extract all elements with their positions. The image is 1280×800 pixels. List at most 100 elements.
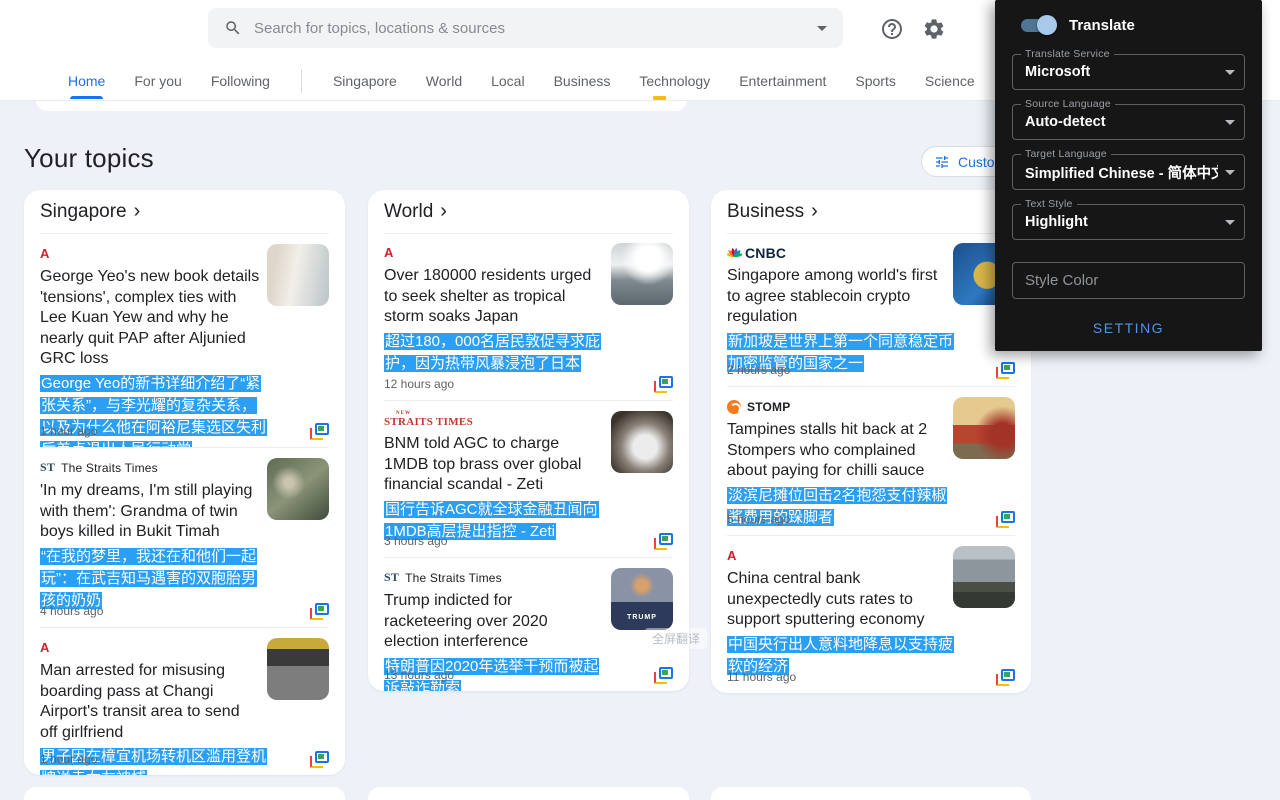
tab-following[interactable]: Following: [211, 73, 270, 89]
search-dropdown-caret-icon[interactable]: [817, 26, 827, 31]
field-value: Simplified Chinese - 简体中文: [1025, 162, 1218, 183]
article-thumbnail[interactable]: [611, 243, 673, 305]
fullscreen-translate-floating-button[interactable]: 全屏翻译: [645, 628, 707, 649]
tab-home[interactable]: Home: [68, 73, 105, 89]
tab-entertainment[interactable]: Entertainment: [739, 73, 826, 89]
article: CNBC Singapore among world's first to ag…: [727, 233, 1015, 386]
translate-toggle[interactable]: [1021, 19, 1053, 32]
article-title[interactable]: Man arrested for misusing boarding pass …: [40, 661, 260, 743]
article-time: 1 hour ago: [40, 752, 97, 766]
source-name: The Straits Times: [405, 571, 502, 585]
chevron-down-icon: [1225, 70, 1235, 75]
full-coverage-icon[interactable]: [654, 376, 673, 393]
article-title[interactable]: BNM told AGC to charge 1MDB top brass ov…: [384, 434, 604, 496]
field-value: Highlight: [1025, 214, 1088, 230]
search-input[interactable]: [254, 20, 807, 37]
translate-extension-panel: Translate Translate Service Microsoft So…: [995, 0, 1262, 351]
field-label: Translate Service: [1021, 48, 1114, 60]
article-thumbnail[interactable]: [611, 411, 673, 473]
chevron-down-icon: [1225, 220, 1235, 225]
topic-link-world[interactable]: World ›: [384, 190, 673, 234]
field-value: Auto-detect: [1025, 114, 1106, 130]
topic-title: Business: [727, 201, 804, 223]
topic-link-business[interactable]: Business ›: [727, 190, 1015, 234]
article: STThe Straits Times 'In my dreams, I'm s…: [40, 447, 329, 627]
full-coverage-icon[interactable]: [310, 423, 329, 440]
target-language-select[interactable]: Target Language Simplified Chinese - 简体中…: [1012, 154, 1245, 190]
chevron-down-icon: [1225, 120, 1235, 125]
article: A China central bank unexpectedly cuts r…: [727, 535, 1015, 693]
field-label: Text Style: [1021, 198, 1077, 210]
full-coverage-icon[interactable]: [654, 667, 673, 684]
full-coverage-icon[interactable]: [996, 362, 1015, 379]
article-title[interactable]: Trump indicted for racketeering over 202…: [384, 591, 604, 653]
search-bar[interactable]: [208, 8, 843, 48]
panel-title: Translate: [1069, 17, 1135, 34]
setting-link[interactable]: SETTING: [995, 320, 1262, 336]
article: NEWSTRAITS TIMES BNM told AGC to charge …: [384, 400, 673, 557]
topic-card-business: Business › CNBC Singapore among world's …: [711, 190, 1031, 693]
help-icon[interactable]: [880, 17, 904, 41]
cna-logo-icon: A: [727, 549, 737, 562]
tune-icon: [934, 154, 950, 170]
article-time: 5 hours ago: [727, 512, 790, 526]
article-thumbnail[interactable]: [267, 244, 329, 306]
article-title[interactable]: George Yeo's new book details 'tensions'…: [40, 267, 260, 370]
article-thumbnail[interactable]: [267, 458, 329, 520]
topic-title: World: [384, 201, 433, 223]
field-label: Target Language: [1021, 148, 1111, 160]
article-thumbnail[interactable]: [267, 638, 329, 700]
tab-for-you[interactable]: For you: [134, 73, 181, 89]
cnbc-logo-icon: CNBC: [727, 245, 786, 261]
topic-card-singapore: Singapore › A George Yeo's new book deta…: [24, 190, 345, 775]
main-nav: Home For you Following Singapore World L…: [68, 69, 1044, 93]
chevron-down-icon: [1225, 170, 1235, 175]
article-title[interactable]: Singapore among world's first to agree s…: [727, 266, 947, 328]
full-coverage-icon[interactable]: [654, 533, 673, 550]
article-title[interactable]: Over 180000 residents urged to seek shel…: [384, 266, 604, 328]
next-row-card-fragment: [368, 787, 689, 800]
topic-card-world: World › A Over 180000 residents urged to…: [368, 190, 689, 691]
article-title[interactable]: 'In my dreams, I'm still playing with th…: [40, 481, 260, 543]
full-coverage-icon[interactable]: [996, 511, 1015, 528]
next-row-card-fragment: [24, 787, 345, 800]
new-straits-times-logo-icon: NEWSTRAITS TIMES: [384, 413, 473, 428]
gear-icon[interactable]: [922, 17, 946, 41]
article-time: 2 hours ago: [727, 363, 790, 377]
full-coverage-icon[interactable]: [310, 751, 329, 768]
nav-divider: [301, 69, 302, 93]
article: A Over 180000 residents urged to seek sh…: [384, 233, 673, 400]
toggle-knob: [1037, 15, 1057, 35]
article-time: 11 hours ago: [727, 670, 796, 684]
chevron-right-icon: ›: [134, 200, 141, 223]
source-language-select[interactable]: Source Language Auto-detect: [1012, 104, 1245, 140]
topic-link-singapore[interactable]: Singapore ›: [40, 190, 329, 234]
chevron-right-icon: ›: [440, 200, 447, 223]
article: A George Yeo's new book details 'tension…: [40, 234, 329, 447]
article-title[interactable]: China central bank unexpectedly cuts rat…: [727, 569, 947, 631]
article-time: 1 hour ago: [40, 424, 97, 438]
style-color-input[interactable]: [1013, 272, 1244, 289]
field-label: Source Language: [1021, 98, 1115, 110]
text-style-select[interactable]: Text Style Highlight: [1012, 204, 1245, 240]
article-thumbnail[interactable]: TRUMP: [611, 568, 673, 630]
thumbnail-caption: TRUMP: [611, 614, 673, 621]
full-coverage-icon[interactable]: [996, 669, 1015, 686]
tab-science[interactable]: Science: [925, 73, 975, 89]
full-coverage-icon[interactable]: [310, 603, 329, 620]
tab-technology[interactable]: Technology: [639, 73, 710, 89]
article-time: 4 hours ago: [40, 604, 103, 618]
tab-business[interactable]: Business: [554, 73, 611, 89]
tab-world[interactable]: World: [426, 73, 462, 89]
article-thumbnail[interactable]: [953, 546, 1015, 608]
source-name: STOMP: [747, 400, 790, 414]
article-thumbnail[interactable]: [953, 397, 1015, 459]
straits-times-logo-icon: ST: [40, 460, 55, 475]
tab-local[interactable]: Local: [491, 73, 524, 89]
article: A Man arrested for misusing boarding pas…: [40, 627, 329, 775]
icon-fragment: [653, 96, 666, 100]
tab-singapore[interactable]: Singapore: [333, 73, 397, 89]
article-title[interactable]: Tampines stalls hit back at 2 Stompers w…: [727, 420, 947, 482]
translate-service-select[interactable]: Translate Service Microsoft: [1012, 54, 1245, 90]
tab-sports[interactable]: Sports: [855, 73, 895, 89]
